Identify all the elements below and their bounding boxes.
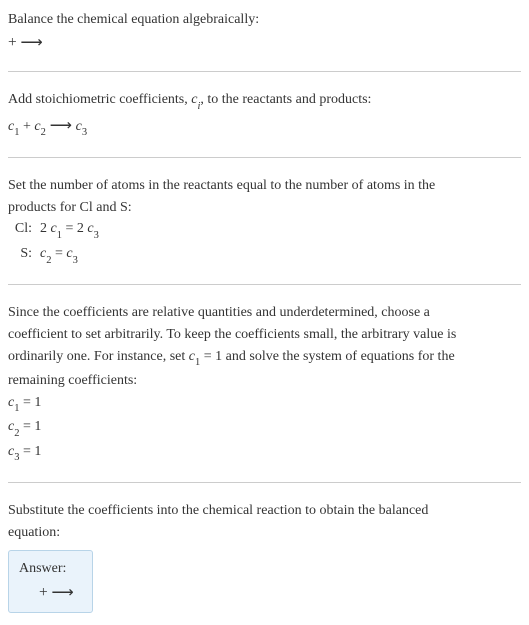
result-c3: c3 = 1 xyxy=(8,442,521,464)
cl-label: Cl: xyxy=(8,219,32,239)
divider xyxy=(8,482,521,483)
step1-text: Add stoichiometric coefficients, ci, to … xyxy=(8,90,521,112)
s-label: S: xyxy=(8,244,32,264)
intro-line1: Balance the chemical equation algebraica… xyxy=(8,10,521,30)
step1-section: Add stoichiometric coefficients, ci, to … xyxy=(8,90,521,139)
intro-equation: + ⟶ xyxy=(8,32,521,54)
divider xyxy=(8,157,521,158)
step4-text1: Substitute the coefficients into the che… xyxy=(8,501,521,521)
step2-text2: products for Cl and S: xyxy=(8,198,521,218)
result-c1: c1 = 1 xyxy=(8,393,521,415)
answer-box: Answer: + ⟶ xyxy=(8,550,93,613)
result-c2: c2 = 1 xyxy=(8,417,521,439)
step4-text2: equation: xyxy=(8,523,521,543)
intro-section: Balance the chemical equation algebraica… xyxy=(8,10,521,53)
step2-section: Set the number of atoms in the reactants… xyxy=(8,176,521,266)
s-equation-row: S: c2 = c3 xyxy=(8,244,521,266)
step4-section: Substitute the coefficients into the che… xyxy=(8,501,521,613)
step3-text2: coefficient to set arbitrarily. To keep … xyxy=(8,325,521,345)
divider xyxy=(8,71,521,72)
cl-equation-row: Cl: 2 c1 = 2 c3 xyxy=(8,219,521,241)
answer-title: Answer: xyxy=(19,561,74,577)
cl-equation: 2 c1 = 2 c3 xyxy=(40,219,99,241)
s-equation: c2 = c3 xyxy=(40,244,78,266)
step3-text1: Since the coefficients are relative quan… xyxy=(8,303,521,323)
step2-text1: Set the number of atoms in the reactants… xyxy=(8,176,521,196)
step1-equation: c1 + c2 ⟶ c3 xyxy=(8,115,521,139)
answer-arrow: + ⟶ xyxy=(39,584,74,601)
step3-text3: ordinarily one. For instance, set c1 = 1… xyxy=(8,347,521,369)
step3-section: Since the coefficients are relative quan… xyxy=(8,303,521,464)
divider xyxy=(8,284,521,285)
answer-equation: + ⟶ xyxy=(19,583,74,602)
intro-arrow: + ⟶ xyxy=(8,34,43,51)
step3-text4: remaining coefficients: xyxy=(8,371,521,391)
